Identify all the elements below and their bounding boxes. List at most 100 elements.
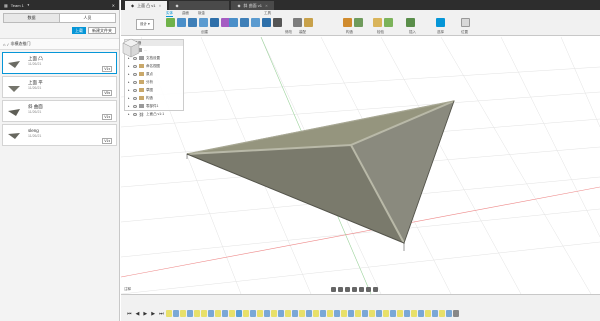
team-name[interactable]: Team 1	[11, 3, 24, 8]
timeline-feature-sketch[interactable]	[215, 310, 221, 317]
sweep-icon[interactable]	[199, 18, 208, 27]
timeline-feature-sketch[interactable]	[327, 310, 333, 317]
breadcrumb-project[interactable]: 非模态推门	[11, 41, 31, 47]
timeline-feature[interactable]	[334, 310, 340, 317]
browser-item[interactable]: ▸ ⛓ 上面凸 v1:1	[125, 110, 183, 118]
close-icon[interactable]: ✕	[112, 3, 115, 8]
timeline-feature[interactable]	[348, 310, 354, 317]
loft-icon[interactable]	[210, 18, 219, 27]
timeline-feature[interactable]	[320, 310, 326, 317]
tab-tools[interactable]: 工具	[264, 11, 271, 17]
viewcube[interactable]	[121, 37, 141, 59]
axis-icon[interactable]	[354, 18, 363, 27]
timeline-feature-sketch[interactable]	[285, 310, 291, 317]
measure-icon[interactable]	[373, 18, 382, 27]
press-pull-icon[interactable]	[229, 18, 238, 27]
group-label-inspect[interactable]: 检验	[377, 30, 384, 35]
fillet-icon[interactable]	[240, 18, 249, 27]
chevron-right-icon[interactable]: ▸	[128, 80, 131, 84]
chamfer-icon[interactable]	[251, 18, 260, 27]
zoom-icon[interactable]	[345, 287, 350, 292]
timeline-feature[interactable]	[278, 310, 284, 317]
timeline-feature[interactable]	[173, 310, 179, 317]
timeline-feature[interactable]	[446, 310, 452, 317]
eye-icon[interactable]	[133, 88, 137, 92]
version-badge[interactable]: V1▾	[102, 114, 112, 120]
timeline-feature-sketch[interactable]	[180, 310, 186, 317]
viewports-icon[interactable]	[373, 287, 378, 292]
shell-icon[interactable]	[262, 18, 271, 27]
group-label-modify[interactable]: 修改	[285, 30, 292, 35]
workspace-switcher[interactable]: 设计 ▾	[136, 19, 154, 30]
grid-settings-icon[interactable]	[366, 287, 371, 292]
timeline-feature-sketch[interactable]	[369, 310, 375, 317]
timeline-feature[interactable]	[362, 310, 368, 317]
timeline-feature-sketch[interactable]	[355, 310, 361, 317]
document-tab[interactable]: ◆ 斜 曲面 v1 ✕	[231, 1, 274, 10]
upload-button[interactable]: 上载	[72, 27, 86, 34]
offset-plane-icon[interactable]	[343, 18, 352, 27]
timeline-feature[interactable]	[236, 310, 242, 317]
revolve-icon[interactable]	[188, 18, 197, 27]
browser-item[interactable]: ▸ 构造	[125, 94, 183, 102]
chevron-right-icon[interactable]: ▸	[128, 88, 131, 92]
group-label-assemble[interactable]: 装配	[299, 30, 306, 35]
timeline-feature[interactable]	[306, 310, 312, 317]
group-label-construct[interactable]: 构造	[346, 30, 353, 35]
timeline-feature[interactable]	[376, 310, 382, 317]
timeline-feature[interactable]	[390, 310, 396, 317]
timeline-feature-sketch[interactable]	[397, 310, 403, 317]
timeline-feature[interactable]	[222, 310, 228, 317]
fit-icon[interactable]	[352, 287, 357, 292]
joint-icon[interactable]	[304, 18, 313, 27]
timeline-feature-sketch[interactable]	[411, 310, 417, 317]
group-label-select[interactable]: 选择	[437, 30, 444, 35]
timeline-feature-sketch[interactable]	[194, 310, 200, 317]
eye-icon[interactable]	[133, 96, 137, 100]
orbit-icon[interactable]	[331, 287, 336, 292]
timeline-feature[interactable]	[187, 310, 193, 317]
timeline-feature-sketch[interactable]	[271, 310, 277, 317]
team-header[interactable]: ▦ Team 1 ▼ ✕	[0, 0, 119, 10]
browser-item[interactable]: ▸ 分析	[125, 78, 183, 86]
timeline-feature-sketch[interactable]	[201, 310, 207, 317]
tab-people[interactable]: 人员	[60, 14, 115, 22]
timeline-feature[interactable]	[418, 310, 424, 317]
chevron-right-icon[interactable]: ▸	[128, 64, 131, 68]
version-badge[interactable]: V5▾	[102, 90, 112, 96]
file-item[interactable]: 上面 凸 11/26/21 V1▾	[2, 52, 117, 74]
close-icon[interactable]: ✕	[265, 4, 268, 8]
next-icon[interactable]: ▶	[151, 311, 155, 317]
document-tab[interactable]: ◆	[169, 1, 230, 10]
timeline-feature-sketch[interactable]	[243, 310, 249, 317]
comments-label[interactable]: 注释	[124, 287, 131, 292]
browser-item[interactable]: ▸ 原点	[125, 70, 183, 78]
group-label-create[interactable]: 创建	[201, 30, 208, 35]
chevron-down-icon[interactable]: ▼	[27, 3, 30, 7]
timeline-feature[interactable]	[432, 310, 438, 317]
tab-solid[interactable]: 实体	[166, 11, 173, 17]
document-tab[interactable]: ◆ 上面 凸 v1 ✕	[125, 1, 168, 10]
browser-item[interactable]: ▸ 零部件1	[125, 102, 183, 110]
extrude-icon[interactable]	[177, 18, 186, 27]
timeline-feature-sketch[interactable]	[383, 310, 389, 317]
new-sketch-icon[interactable]	[166, 18, 175, 27]
interference-icon[interactable]	[384, 18, 393, 27]
group-label-insert[interactable]: 插入	[409, 30, 416, 35]
version-badge[interactable]: V1▾	[102, 66, 112, 72]
tab-surface[interactable]: 曲面	[182, 11, 189, 17]
file-item[interactable]: 斜 曲面 11/26/21 V1▾	[2, 100, 117, 122]
last-icon[interactable]: ⏭	[159, 311, 164, 317]
timeline-feature-sketch[interactable]	[313, 310, 319, 317]
file-item[interactable]: sleng 11/26/21 V1▾	[2, 124, 117, 146]
eye-icon[interactable]	[133, 64, 137, 68]
close-icon[interactable]: ✕	[159, 4, 162, 8]
eye-icon[interactable]	[133, 104, 137, 108]
grid-icon[interactable]: ▦	[4, 3, 8, 8]
chevron-right-icon[interactable]: ▸	[128, 104, 131, 108]
timeline-feature-sketch[interactable]	[299, 310, 305, 317]
chevron-right-icon[interactable]: ▸	[128, 72, 131, 76]
timeline-marker[interactable]	[453, 310, 459, 317]
new-component-icon[interactable]	[293, 18, 302, 27]
version-badge[interactable]: V1▾	[102, 138, 112, 144]
